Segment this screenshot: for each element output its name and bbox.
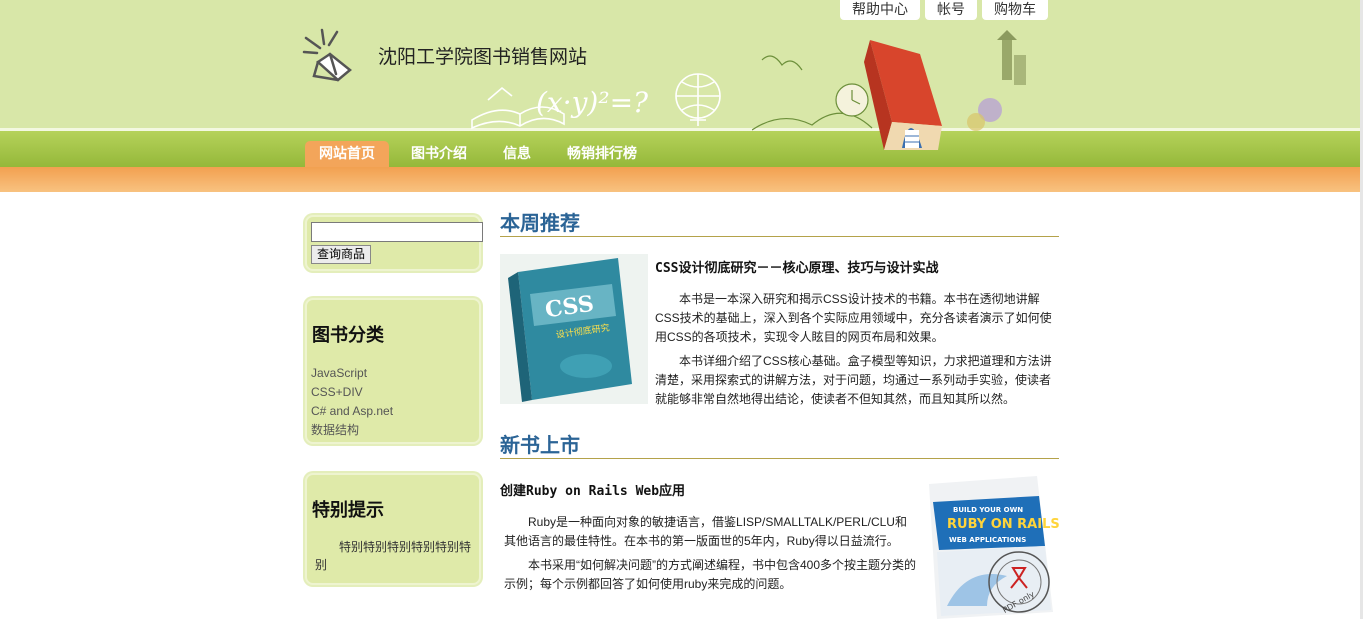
new-book-title[interactable]: 创建Ruby on Rails Web应用 bbox=[500, 480, 685, 499]
category-panel: 图书分类 JavaScript CSS+DIV C# and Asp.net 数… bbox=[305, 298, 481, 444]
formula-illustration: (x·y)²=? bbox=[471, 73, 721, 130]
top-links: 帮助中心 帐号 购物车 bbox=[840, 0, 1048, 20]
search-panel: 查询商品 bbox=[305, 215, 483, 271]
new-book-paragraph-2: 本书采用“如何解决问题”的方式阐述编程，书中包含400多个按主题分类的示例；每个… bbox=[504, 558, 917, 591]
search-button[interactable]: 查询商品 bbox=[311, 245, 372, 264]
category-csharp-aspnet[interactable]: C# and Asp.net bbox=[311, 402, 393, 421]
nav-bar bbox=[0, 131, 1363, 167]
account-link[interactable]: 帐号 bbox=[925, 0, 977, 20]
nav-bestsellers[interactable]: 畅销排行榜 bbox=[553, 141, 651, 167]
weekly-heading: 本周推荐 bbox=[500, 211, 1059, 237]
site-title: 沈阳工学院图书销售网站 bbox=[378, 46, 588, 68]
cart-link[interactable]: 购物车 bbox=[982, 0, 1048, 20]
rails-book-cover[interactable]: BUILD YOUR OWN RUBY ON RAILS WEB APPLICA… bbox=[927, 476, 1061, 619]
tips-text: 特别特别特别特别特别特别 bbox=[315, 540, 472, 572]
category-data-structures[interactable]: 数据结构 bbox=[311, 421, 393, 440]
castle-book-illustration bbox=[752, 30, 1026, 150]
cover-webapps-text: WEB APPLICATIONS bbox=[949, 536, 1026, 544]
category-title: 图书分类 bbox=[312, 325, 384, 346]
search-input[interactable] bbox=[311, 222, 483, 242]
nav-home[interactable]: 网站首页 bbox=[305, 141, 389, 167]
new-book-paragraph-1: Ruby是一种面向对象的敏捷语言，借鉴LISP/SMALLTALK/PERL/C… bbox=[504, 515, 907, 548]
orange-band bbox=[0, 167, 1363, 192]
weekly-paragraph-2: 本书详细介绍了CSS核心基础。盒子模型等知识，力求把道理和方法讲清楚，采用探索式… bbox=[655, 354, 1052, 406]
weekly-book-title[interactable]: CSS设计彻底研究－－核心原理、技巧与设计实战 bbox=[655, 257, 938, 276]
weekly-paragraph-1: 本书是一本深入研究和揭示CSS设计技术的书籍。本书在透彻地讲解CSS技术的基础上… bbox=[655, 292, 1052, 344]
help-center-link[interactable]: 帮助中心 bbox=[840, 0, 920, 20]
category-javascript[interactable]: JavaScript bbox=[311, 364, 393, 383]
cover-build-text: BUILD YOUR OWN bbox=[953, 506, 1023, 514]
cover-rails-text: RUBY ON RAILS bbox=[947, 517, 1060, 532]
nav-info[interactable]: 信息 bbox=[489, 141, 545, 167]
nav-book-intro[interactable]: 图书介绍 bbox=[397, 141, 481, 167]
formula-text: (x·y)²=? bbox=[536, 86, 649, 119]
tips-title: 特别提示 bbox=[312, 500, 384, 521]
category-css-div[interactable]: CSS+DIV bbox=[311, 383, 393, 402]
css-book-cover[interactable]: CSS 设计彻底研究 bbox=[500, 254, 648, 404]
new-books-heading: 新书上市 bbox=[500, 433, 1059, 459]
tips-panel: 特别提示 特别特别特别特别特别特别 bbox=[305, 473, 481, 585]
book-logo-icon bbox=[302, 28, 352, 82]
category-list: JavaScript CSS+DIV C# and Asp.net 数据结构 bbox=[311, 364, 393, 440]
main-nav: 网站首页 图书介绍 信息 畅销排行榜 bbox=[305, 141, 659, 167]
